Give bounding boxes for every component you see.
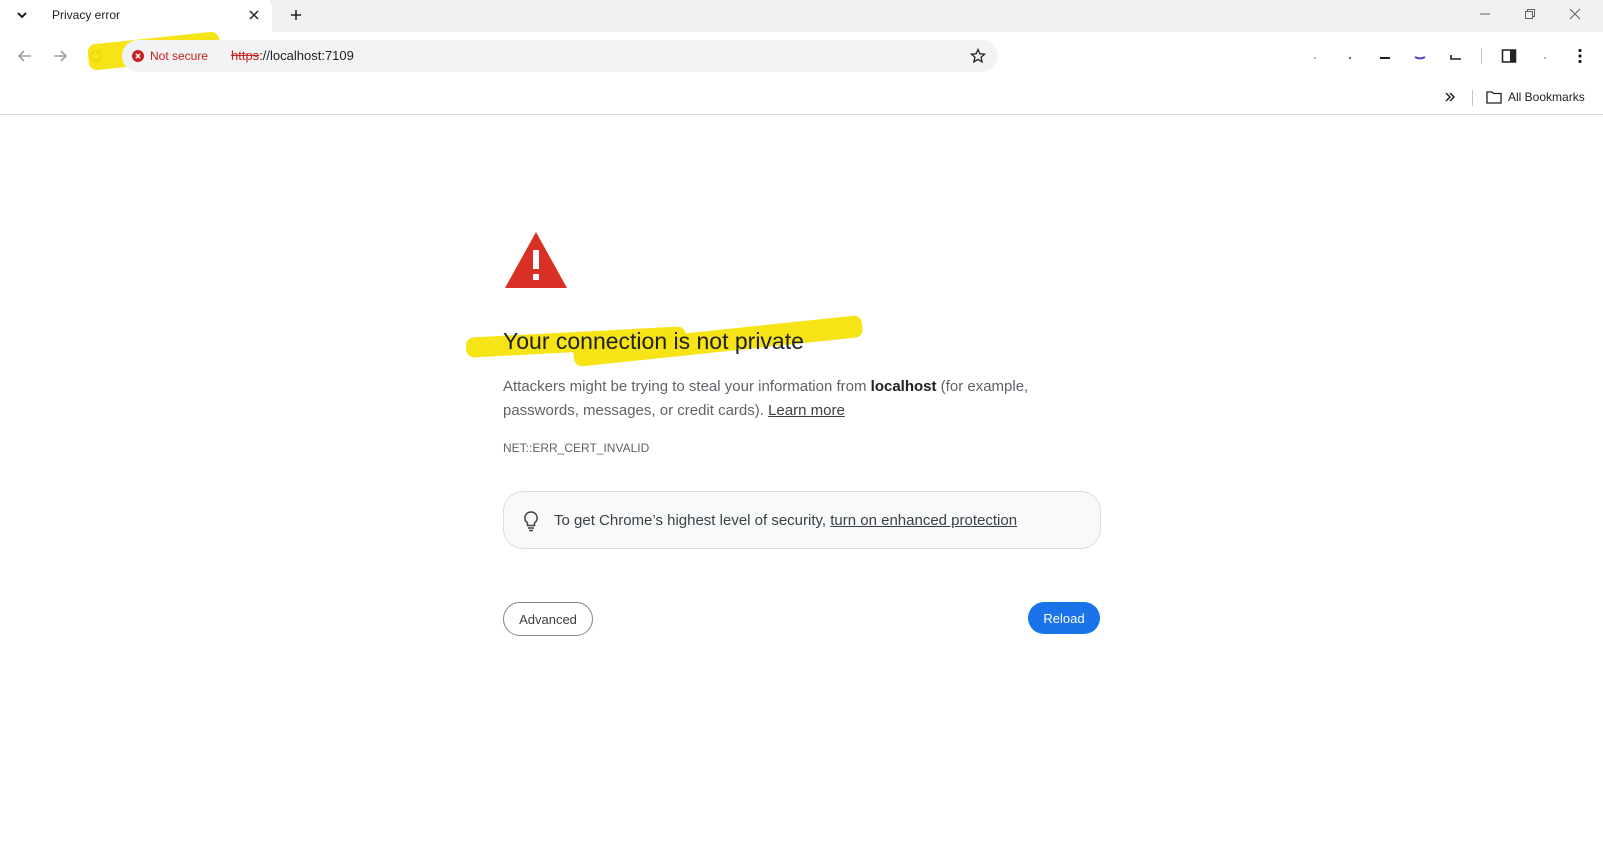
forward-arrow-icon: [54, 50, 68, 62]
error-code: NET::ERR_CERT_INVALID: [503, 441, 650, 455]
extension-icon: [1314, 57, 1316, 59]
error-circle-icon: [132, 50, 144, 62]
lightbulb-icon: [524, 511, 538, 532]
new-tab-button[interactable]: [284, 3, 308, 27]
hostname-text: localhost: [870, 378, 937, 395]
address-bar[interactable]: Not secure https://localhost:7109: [122, 40, 998, 72]
bookmarks-separator: [1472, 90, 1473, 106]
extension-icon[interactable]: [1375, 46, 1395, 66]
minimize-button[interactable]: [1463, 0, 1507, 28]
forward-button[interactable]: [46, 42, 74, 70]
promo-description: To get Chrome’s highest level of securit…: [554, 512, 831, 529]
extension-icon[interactable]: [1305, 46, 1325, 66]
extension-icon: [1450, 55, 1461, 60]
folder-icon: [1486, 91, 1502, 104]
all-bookmarks-button[interactable]: All Bookmarks: [1486, 86, 1585, 108]
toolbar: Not secure https://localhost:7109: [0, 31, 1603, 80]
plus-icon: [291, 10, 301, 20]
tab-strip-background: [270, 0, 1603, 32]
extension-icon: [1414, 56, 1426, 60]
restore-icon: [1525, 9, 1535, 19]
page-title: Your connection is not private: [503, 328, 804, 354]
extension-icon: [1380, 57, 1390, 59]
warning-triangle-icon: [505, 232, 567, 288]
star-icon: [970, 48, 986, 64]
extension-icon: [1349, 57, 1351, 59]
chevron-down-icon: [17, 12, 27, 19]
tab-title: Privacy error: [52, 8, 121, 22]
back-arrow-icon: [17, 50, 31, 62]
error-description: Attackers might be trying to steal your …: [503, 375, 1063, 423]
extension-icon[interactable]: [1410, 46, 1430, 66]
side-panel-icon: [1501, 49, 1517, 63]
active-tab[interactable]: Privacy error: [36, 0, 272, 32]
promo-text: To get Chrome’s highest level of securit…: [554, 512, 1017, 529]
extension-icon[interactable]: [1446, 46, 1466, 66]
extension-icon[interactable]: [1340, 46, 1360, 66]
enhanced-protection-link[interactable]: turn on enhanced protection: [830, 512, 1017, 529]
double-chevron-icon: [1445, 92, 1456, 102]
url-text: https://localhost:7109: [231, 48, 354, 63]
bookmarks-bar: All Bookmarks: [0, 80, 1603, 115]
enhanced-protection-promo: To get Chrome’s highest level of securit…: [503, 491, 1101, 549]
side-panel-button[interactable]: [1499, 46, 1519, 66]
bookmark-star-button[interactable]: [966, 44, 990, 68]
close-window-button[interactable]: [1553, 0, 1597, 28]
url-scheme: https: [231, 48, 260, 63]
close-icon: [1569, 8, 1581, 20]
avatar-icon: [1544, 57, 1546, 59]
tab-strip: Privacy error: [0, 0, 1603, 32]
learn-more-link[interactable]: Learn more: [768, 402, 845, 419]
restore-button[interactable]: [1508, 0, 1552, 28]
advanced-button[interactable]: Advanced: [503, 602, 593, 636]
url-host: ://localhost:7109: [259, 48, 354, 63]
minimize-icon: [1480, 13, 1490, 15]
back-button[interactable]: [11, 42, 39, 70]
security-chip[interactable]: Not secure: [132, 46, 208, 66]
close-icon: [249, 10, 259, 20]
bookmarks-overflow-button[interactable]: [1440, 87, 1460, 107]
profile-button[interactable]: [1535, 46, 1555, 66]
menu-button[interactable]: [1570, 46, 1590, 66]
tab-close-button[interactable]: [244, 5, 264, 25]
tab-search-button[interactable]: [10, 3, 34, 27]
kebab-menu-icon: [1578, 48, 1582, 64]
reload-page-button[interactable]: Reload: [1028, 602, 1100, 634]
all-bookmarks-label: All Bookmarks: [1508, 90, 1585, 104]
toolbar-separator: [1481, 48, 1482, 64]
security-chip-label: Not secure: [150, 49, 209, 63]
description-text: Attackers might be trying to steal your …: [503, 378, 871, 395]
